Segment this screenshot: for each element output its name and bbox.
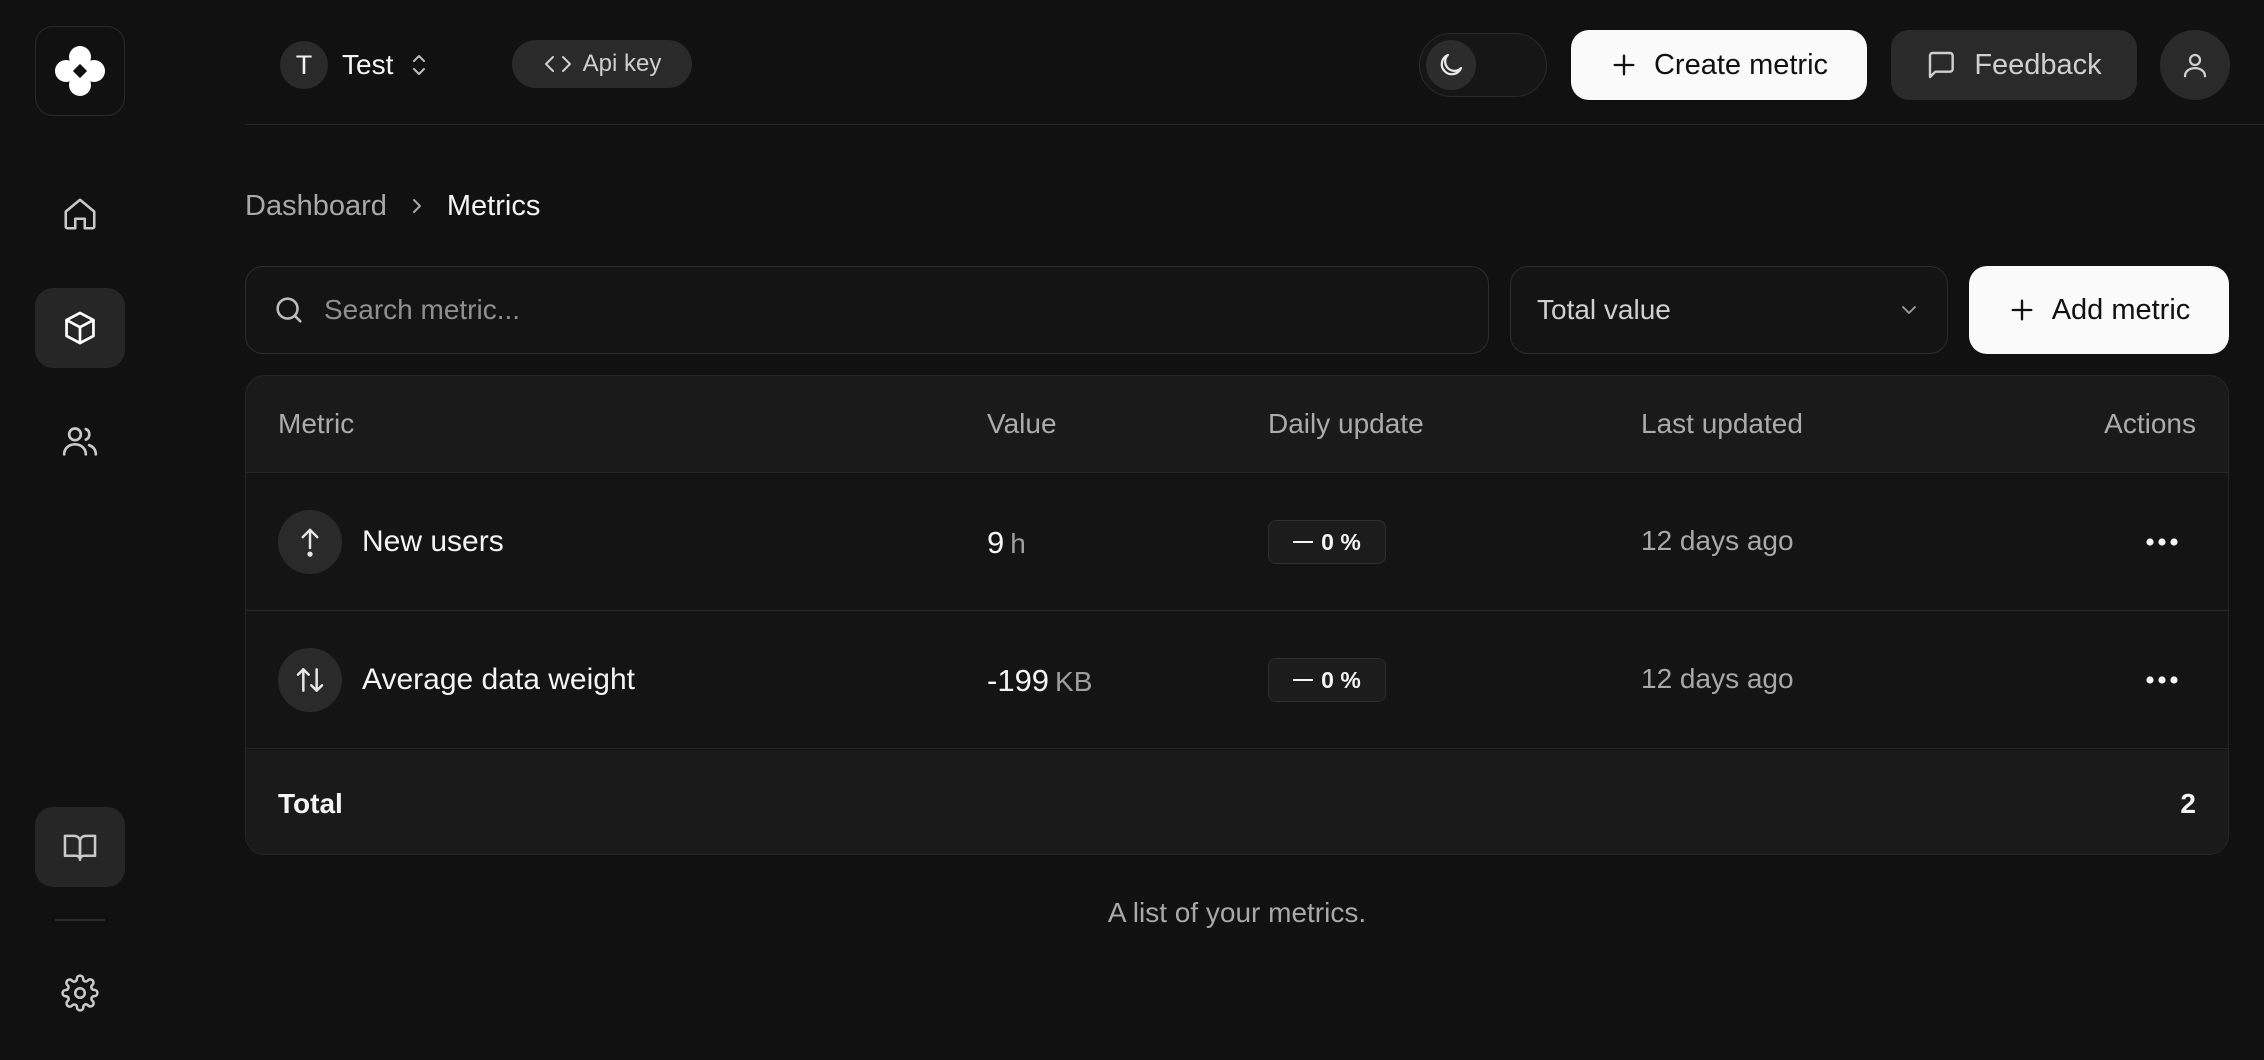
sidebar-item-docs[interactable] — [35, 807, 125, 887]
table-row[interactable]: New users 9h 0 % 12 days ago — [246, 473, 2228, 611]
theme-toggle-knob — [1426, 40, 1476, 90]
minus-icon — [1293, 679, 1314, 681]
feedback-button[interactable]: Feedback — [1891, 30, 2137, 100]
app-logo[interactable] — [35, 26, 125, 116]
metric-icon-badge — [278, 510, 342, 574]
api-key-label: Api key — [582, 50, 662, 77]
gear-icon — [61, 974, 99, 1012]
moon-icon — [1440, 53, 1463, 76]
breadcrumb: Dashboard Metrics — [245, 186, 540, 226]
daily-update-value: 0 % — [1321, 528, 1361, 555]
users-icon — [62, 427, 98, 456]
cube-icon — [65, 311, 95, 345]
metric-cell: Average data weight — [278, 648, 635, 712]
search-input[interactable] — [324, 294, 1424, 326]
arrow-up-icon — [301, 528, 319, 557]
plus-icon — [2011, 299, 2033, 321]
table-footer-total: Total 2 — [246, 750, 2228, 854]
table-row[interactable]: Average data weight -199 KB 0 % 12 days a… — [246, 611, 2228, 749]
home-icon — [64, 198, 96, 230]
sidebar-item-team[interactable] — [35, 401, 125, 481]
metric-name[interactable]: New users — [362, 525, 504, 559]
breadcrumb-current: Metrics — [446, 189, 541, 222]
row-actions-button[interactable] — [2138, 661, 2186, 699]
metric-value-number: -199 — [987, 663, 1050, 698]
code-icon — [544, 56, 571, 72]
daily-update-badge: 0 % — [1268, 658, 1386, 702]
metric-value: -199 KB — [987, 663, 1092, 699]
table-caption: A list of your metrics. — [1107, 897, 1367, 928]
daily-update-badge: 0 % — [1268, 520, 1386, 564]
metric-value: 9h — [987, 525, 1026, 561]
metric-cell: New users — [278, 510, 504, 574]
search-icon — [276, 297, 302, 323]
feedback-label: Feedback — [1974, 48, 2102, 81]
metric-value-unit: h — [1010, 528, 1026, 559]
more-horizontal-icon — [2146, 676, 2178, 684]
create-metric-button[interactable]: Create metric — [1571, 30, 1867, 100]
column-header-daily-update: Daily update — [1268, 408, 1424, 439]
more-horizontal-icon — [2146, 538, 2178, 546]
minus-icon — [1293, 541, 1314, 543]
add-metric-button[interactable]: Add metric — [1969, 266, 2229, 354]
top-bar: T Test Api key Create metric Feedback — [245, 0, 2264, 125]
metrics-table: Metric Value Daily update Last updated A… — [245, 375, 2229, 855]
total-value: 2 — [2180, 788, 2196, 819]
column-header-actions: Actions — [2104, 408, 2196, 439]
column-header-value: Value — [987, 408, 1057, 439]
total-label: Total — [278, 788, 343, 819]
theme-toggle[interactable] — [1419, 33, 1547, 97]
create-metric-label: Create metric — [1653, 48, 1829, 81]
search-box — [245, 266, 1489, 354]
sidebar — [0, 0, 160, 1060]
arrows-up-down-icon — [296, 668, 324, 692]
user-icon — [2183, 53, 2207, 78]
metric-value-number: 9 — [987, 525, 1005, 560]
row-actions-button[interactable] — [2138, 523, 2186, 561]
plus-icon — [1613, 54, 1635, 76]
project-avatar: T — [280, 41, 328, 89]
user-menu-button[interactable] — [2160, 30, 2230, 100]
last-updated: 12 days ago — [1641, 663, 1794, 694]
book-icon — [63, 834, 97, 861]
sidebar-item-metrics[interactable] — [35, 288, 125, 368]
last-updated: 12 days ago — [1641, 525, 1794, 556]
metric-icon-badge — [278, 648, 342, 712]
logo-icon — [55, 46, 105, 96]
breadcrumb-dashboard[interactable]: Dashboard — [245, 190, 387, 223]
chevron-right-icon — [412, 199, 421, 213]
chevrons-up-down-icon — [413, 55, 426, 75]
project-name: Test — [342, 49, 394, 80]
table-header: Metric Value Daily update Last updated A… — [246, 376, 2228, 473]
metric-value-unit: KB — [1055, 666, 1093, 697]
sidebar-item-settings[interactable] — [35, 953, 125, 1033]
sort-select-value: Total value — [1537, 294, 1671, 325]
api-key-button[interactable]: Api key — [512, 40, 692, 88]
sort-select[interactable]: Total value — [1510, 266, 1948, 354]
sidebar-divider — [55, 919, 105, 921]
column-header-metric: Metric — [278, 408, 355, 439]
daily-update-value: 0 % — [1321, 666, 1361, 693]
project-switcher[interactable]: T Test — [280, 40, 431, 90]
message-square-icon — [1929, 51, 1955, 79]
metric-name[interactable]: Average data weight — [362, 663, 635, 697]
column-header-last-updated: Last updated — [1641, 408, 1803, 439]
sidebar-item-home[interactable] — [35, 174, 125, 254]
chevron-down-icon — [1902, 306, 1916, 314]
add-metric-label: Add metric — [2051, 293, 2191, 326]
